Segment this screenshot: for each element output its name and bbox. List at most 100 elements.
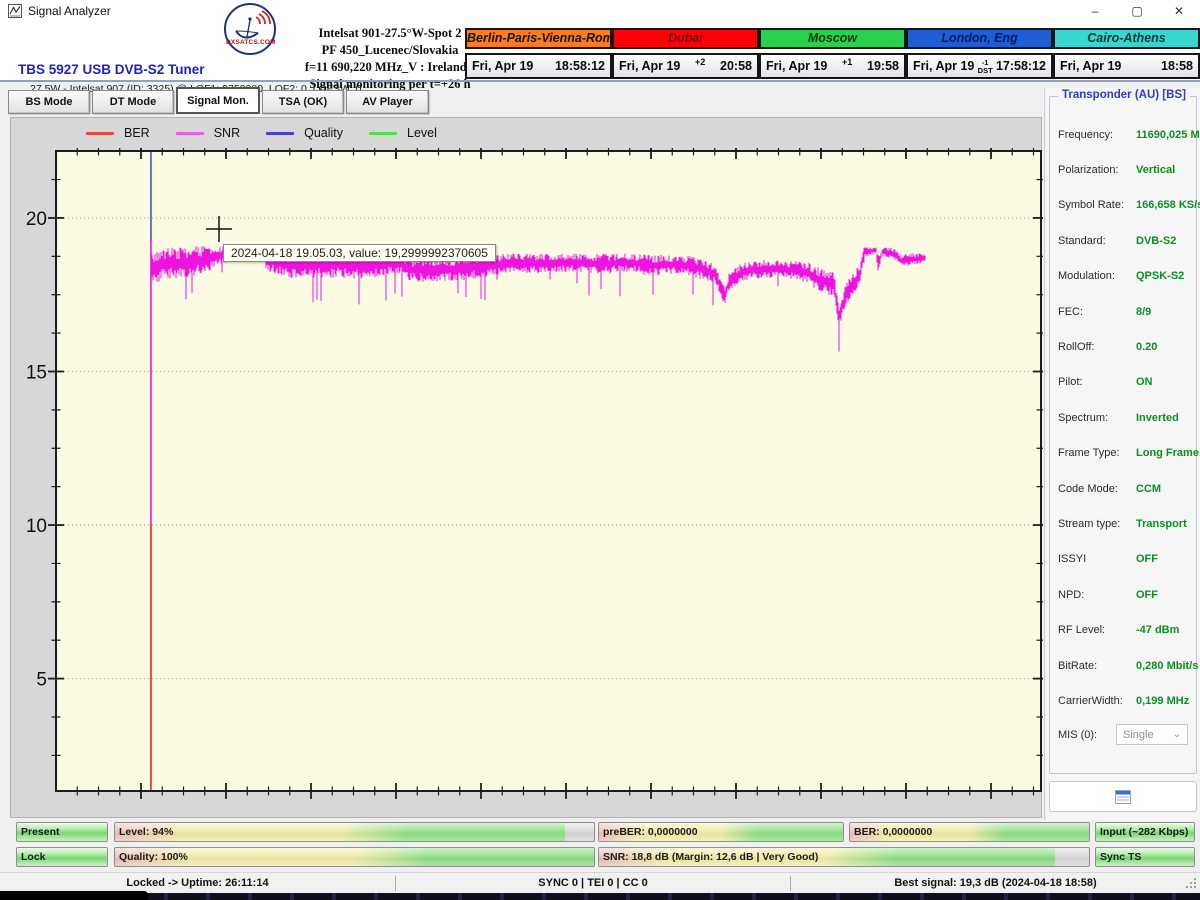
transponder-row: Standard:DVB-S2 [1058,223,1194,258]
row-label: RF Level: [1058,624,1136,636]
row-label: Modulation: [1058,270,1136,282]
sat-info-line: PF 450_Lucenec/Slovakia [300,42,480,59]
clock-city: Cairo-Athens [1053,28,1200,49]
transponder-title: Transponder (AU) [BS] [1058,89,1190,101]
chevron-down-icon: ⌄ [1173,729,1181,740]
status-uptime: Locked -> Uptime: 26:11:14 [0,877,395,889]
row-label: CarrierWidth: [1058,695,1136,707]
row-value: DVB-S2 [1136,235,1176,247]
level-meter: Level: 94% [114,822,595,842]
titlebar: Signal Analyzer – ▢ ✕ [0,0,1200,22]
bar-label: Quality: 100% [119,851,188,863]
clock-city: Moscow [759,28,906,49]
mis-select[interactable]: Single ⌄ [1116,724,1188,745]
tuner-title: TBS 5927 USB DVB-S2 Tuner [18,62,205,77]
clock-date: Fri, Apr 19 [472,59,533,73]
signal-analyzer-window: Signal Analyzer – ▢ ✕ TBS 5927 USB DVB-S… [0,0,1200,900]
svg-text:15: 15 [26,362,47,383]
panel-divider [1044,88,1045,820]
row-value: OFF [1136,589,1158,601]
row-value: 166,658 KS/s [1136,199,1200,211]
legend-item-level: Level [369,126,437,140]
clock-moscow: Moscow Fri, Apr 19 +1 19:58 [759,26,906,79]
transponder-row: Stream type:Transport [1058,506,1194,541]
bar-label: Present [21,826,60,838]
row-label: Pilot: [1058,376,1136,388]
maximize-button[interactable]: ▢ [1116,0,1158,22]
dst-offset: -1 DST [978,59,993,74]
row-value: ON [1136,376,1153,388]
row-value: QPSK-S2 [1136,270,1184,282]
legend-item-snr: SNR [176,126,240,140]
present-indicator: Present [16,822,108,842]
clock-time: Fri, Apr 19 18:58:12 [465,53,612,79]
transponder-row: Pilot:ON [1058,365,1194,400]
transponder-row: Code Mode:CCM [1058,471,1194,506]
svg-text:5: 5 [36,670,47,691]
row-label: RollOff: [1058,341,1136,353]
window-title: Signal Analyzer [28,4,111,18]
row-label: Frame Type: [1058,447,1136,459]
transponder-row: NPD:OFF [1058,577,1194,612]
snr-meter: SNR: 18,8 dB (Margin: 12,6 dB | Very Goo… [598,847,1090,867]
clock-date: Fri, Apr 19 [1060,59,1121,73]
dxsatcs-logo: DXSATCS.COM [224,3,276,55]
svg-text:20: 20 [26,209,47,230]
snr-plot[interactable]: 5 10 15 20 [11,148,1043,819]
row-value: OFF [1136,553,1158,565]
utc-offset: +2 [695,57,705,67]
svg-text:10: 10 [26,516,47,537]
ber-line-swatch [86,132,114,135]
ts-table-icon [1115,790,1131,804]
row-label: FEC: [1058,306,1136,318]
background-window-edge [0,891,148,900]
mis-row: MIS (0): Single ⌄ [1058,724,1188,745]
mis-label: MIS (0): [1058,729,1097,741]
row-label: Frequency: [1058,129,1136,141]
transport-stream-button[interactable] [1049,781,1197,812]
tab-signal-mon[interactable]: Signal Mon. [176,87,260,114]
row-value: -47 dBm [1136,624,1179,636]
bar-label: Input (~282 Kbps) [1100,826,1188,838]
row-label: Symbol Rate: [1058,199,1136,211]
clock-value: 20:58 [720,59,752,73]
clock-city: London, Eng [906,28,1053,49]
row-label: Polarization: [1058,164,1136,176]
level-line-swatch [369,132,397,135]
ber-meter: BER: 0,0000000 [849,822,1090,842]
bar-fill [115,823,565,841]
chart-legend: BER SNR Quality Level [11,118,1041,148]
clock-date: Fri, Apr 19 [766,59,827,73]
tab-dt-mode[interactable]: DT Mode [92,90,174,114]
transponder-row: BitRate:0,280 Mbit/s [1058,648,1194,683]
transponder-row: CarrierWidth:0,199 MHz [1058,683,1194,718]
row-value: Vertical [1136,164,1175,176]
clock-value: 18:58 [1161,59,1193,73]
logo-text: DXSATCS.COM [226,39,274,46]
row-label: Code Mode: [1058,483,1136,495]
tab-tsa[interactable]: TSA (OK) [262,90,344,114]
tab-bs-mode[interactable]: BS Mode [8,90,90,114]
app-icon [8,4,22,18]
transponder-row: Frame Type:Long Frame [1058,436,1194,471]
bar-label: Lock [21,851,46,863]
clock-cairo: Cairo-Athens Fri, Apr 19 18:58 [1053,26,1200,79]
row-label: NPD: [1058,589,1136,601]
clock-time: Fri, Apr 19 +1 19:58 [759,53,906,79]
resize-grip[interactable] [1185,877,1197,889]
legend-item-quality: Quality [266,126,343,140]
legend-item-ber: BER [86,126,150,140]
close-button[interactable]: ✕ [1158,0,1200,22]
minimize-button[interactable]: – [1074,0,1116,22]
transponder-panel: Transponder (AU) [BS] Frequency:11690,02… [1046,88,1200,820]
transponder-row: FEC:8/9 [1058,294,1194,329]
signal-chart[interactable]: BER SNR Quality Level 5101520 2024-04-18… [10,117,1042,818]
clock-value: 17:58:12 [996,59,1046,73]
row-value: Long Frame [1136,447,1199,459]
clock-city: Dubai [612,28,759,49]
header-separator [0,80,1200,82]
clock-date: Fri, Apr 19 [619,59,680,73]
sat-info-line: Intelsat 901-27.5°W-Spot 2 [300,25,480,42]
tab-av-player[interactable]: AV Player [346,90,429,114]
row-value: Transport [1136,518,1187,530]
